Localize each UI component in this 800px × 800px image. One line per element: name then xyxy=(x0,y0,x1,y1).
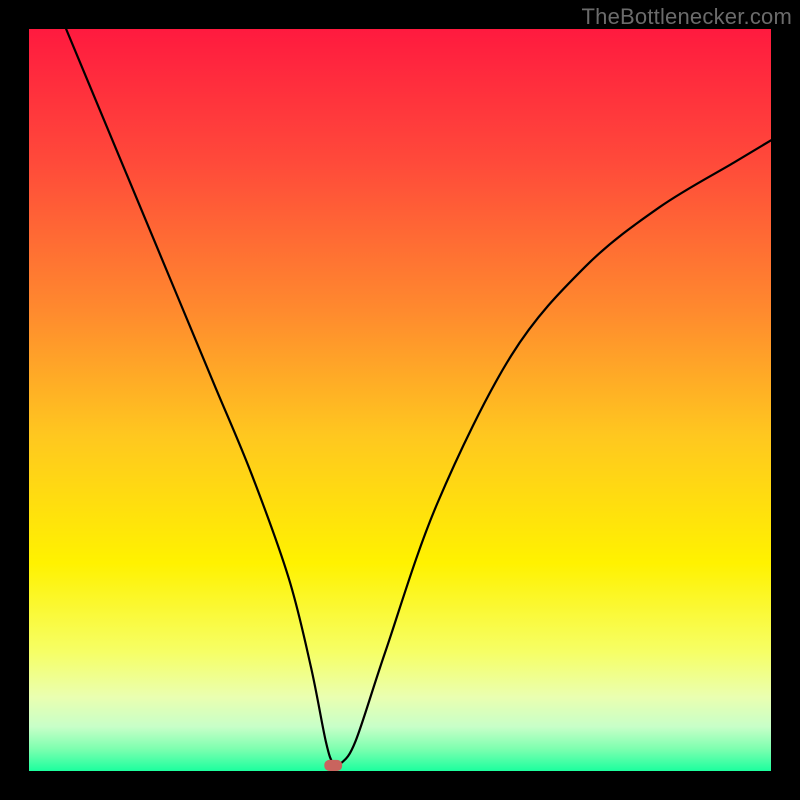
watermark-text: TheBottlenecker.com xyxy=(582,4,792,30)
chart-background xyxy=(29,29,771,771)
chart-frame: TheBottlenecker.com xyxy=(0,0,800,800)
chart-marker xyxy=(324,760,342,771)
chart-svg xyxy=(29,29,771,771)
chart-plot-area xyxy=(29,29,771,771)
